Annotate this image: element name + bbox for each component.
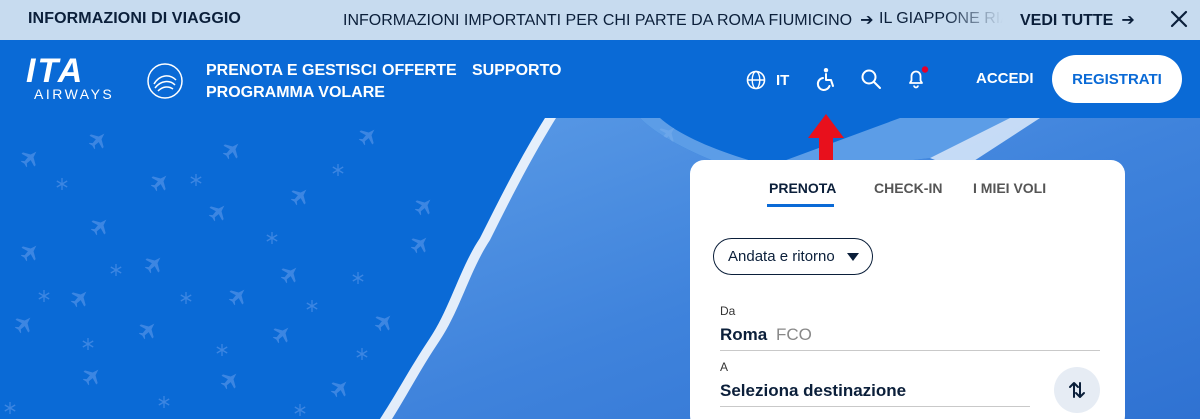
origin-airport-code: FCO bbox=[776, 325, 812, 344]
close-icon[interactable] bbox=[1168, 8, 1190, 30]
logo-subtitle: AIRWAYS bbox=[34, 86, 115, 102]
arrow-right-icon: ➔ bbox=[1121, 12, 1135, 29]
trip-type-value: Andata e ritorno bbox=[728, 248, 835, 265]
news-ticker: INFORMAZIONI IMPORTANTI PER CHI PARTE DA… bbox=[343, 0, 1003, 40]
travel-info-title: INFORMAZIONI DI VIAGGIO bbox=[28, 10, 241, 27]
swap-route-button[interactable] bbox=[1054, 367, 1100, 413]
tab-check-in[interactable]: CHECK-IN bbox=[874, 180, 942, 196]
ticker-item[interactable]: INFORMAZIONI IMPORTANTI PER CHI PARTE DA… bbox=[343, 10, 873, 30]
destination-label: A bbox=[720, 360, 729, 374]
search-icon[interactable] bbox=[860, 68, 882, 90]
destination-field[interactable]: Seleziona destinazione bbox=[720, 381, 906, 401]
nav-book-manage[interactable]: PRENOTA E GESTISCI bbox=[206, 62, 377, 80]
origin-divider bbox=[720, 350, 1100, 351]
travel-info-bar: INFORMAZIONI DI VIAGGIO INFORMAZIONI IMP… bbox=[0, 0, 1200, 40]
accessibility-icon[interactable] bbox=[814, 67, 838, 91]
active-tab-indicator bbox=[767, 204, 834, 207]
notification-dot bbox=[921, 66, 929, 73]
tab-book[interactable]: PRENOTA bbox=[769, 180, 836, 196]
skyteam-logo-icon bbox=[147, 63, 183, 99]
register-button[interactable]: REGISTRATI bbox=[1052, 55, 1182, 103]
bell-icon[interactable] bbox=[905, 66, 929, 90]
language-selector[interactable]: IT bbox=[746, 70, 789, 90]
swap-arrows-icon bbox=[1069, 382, 1085, 398]
caret-down-icon bbox=[847, 253, 859, 261]
main-header: ITA AIRWAYS PRENOTA E GESTISCI OFFERTE S… bbox=[0, 40, 1200, 118]
logo-brand: ITA bbox=[26, 52, 85, 90]
trip-type-select[interactable]: Andata e ritorno bbox=[713, 238, 873, 275]
ita-airways-logo[interactable]: ITA AIRWAYS bbox=[26, 52, 191, 104]
tab-my-flights[interactable]: I MIEI VOLI bbox=[973, 180, 1046, 196]
booking-tabs: PRENOTA CHECK-IN I MIEI VOLI bbox=[690, 180, 1125, 210]
nav-volare-program[interactable]: PROGRAMMA VOLARE bbox=[206, 84, 385, 102]
globe-icon bbox=[746, 70, 766, 90]
booking-widget: PRENOTA CHECK-IN I MIEI VOLI Andata e ri… bbox=[690, 160, 1125, 419]
origin-city[interactable]: Roma bbox=[720, 325, 767, 345]
origin-label: Da bbox=[720, 304, 736, 318]
destination-divider bbox=[720, 406, 1030, 407]
see-all-link[interactable]: VEDI TUTTE ➔ bbox=[1020, 10, 1135, 30]
nav-offers[interactable]: OFFERTE bbox=[382, 62, 457, 80]
login-link[interactable]: ACCEDI bbox=[976, 70, 1034, 87]
ticker-item-label: INFORMAZIONI IMPORTANTI PER CHI PARTE DA… bbox=[343, 12, 853, 29]
see-all-label: VEDI TUTTE bbox=[1020, 12, 1114, 29]
nav-support[interactable]: SUPPORTO bbox=[472, 62, 562, 80]
language-label: IT bbox=[776, 71, 790, 89]
ticker-fade bbox=[943, 0, 1003, 40]
arrow-right-icon: ➔ bbox=[860, 12, 874, 29]
